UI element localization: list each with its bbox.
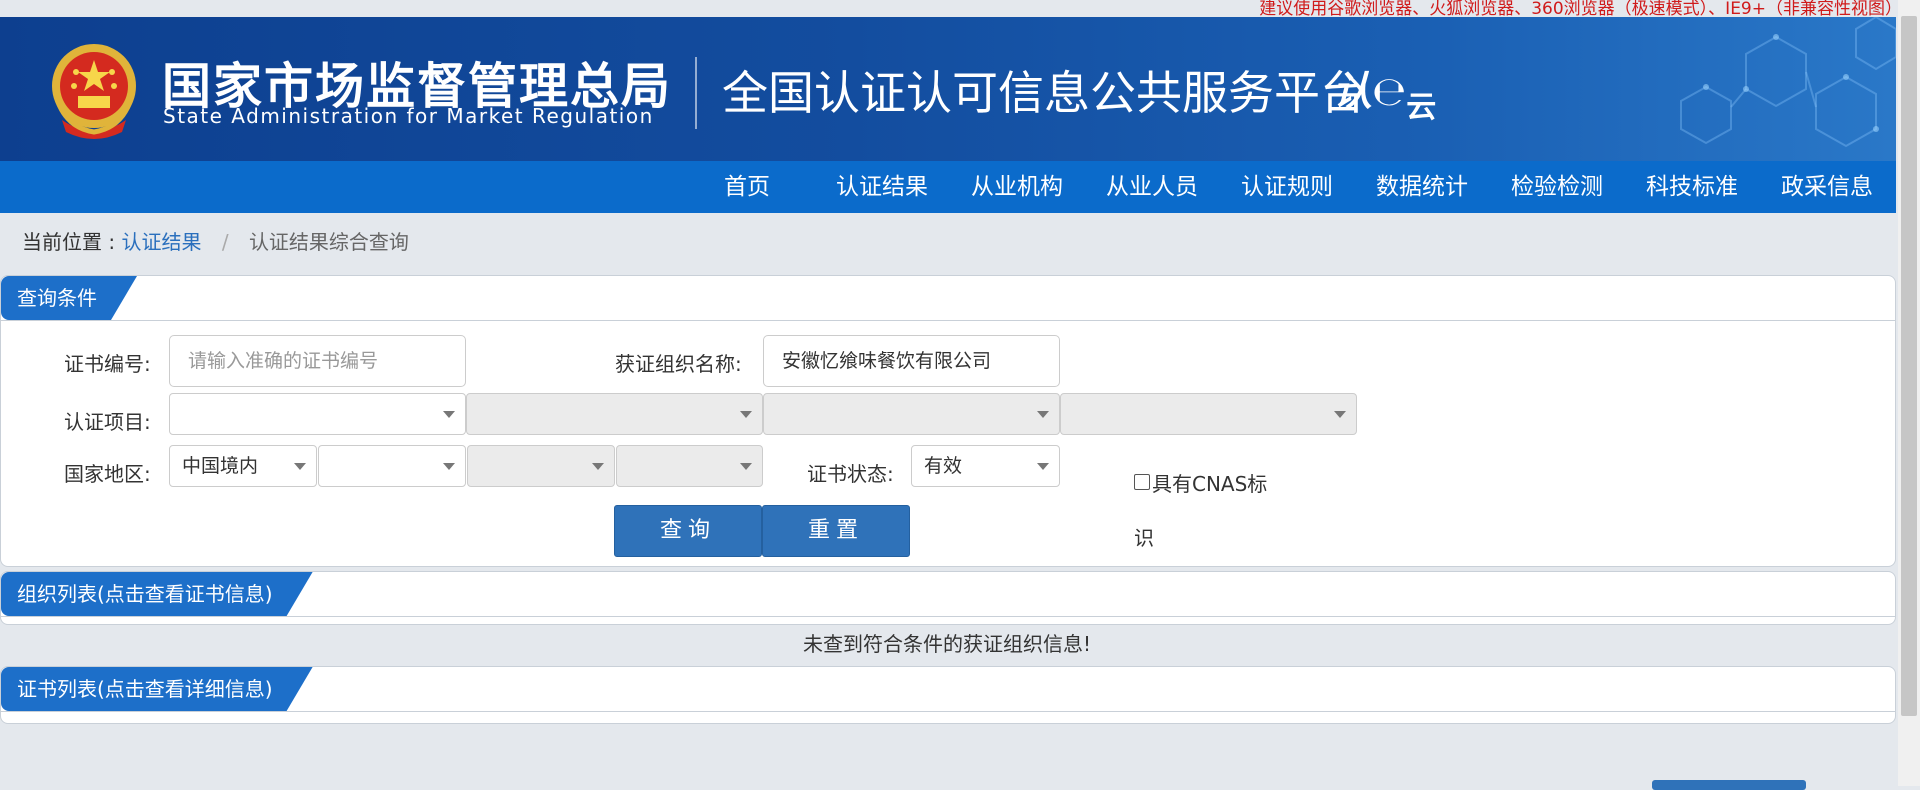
platform-title: 全国认证认可信息公共服务平台 <box>722 66 1366 120</box>
national-emblem-icon <box>52 44 136 139</box>
cert-status-select[interactable]: 有效 <box>911 445 1060 487</box>
hexagon-pattern-decoration <box>1680 17 1896 148</box>
cert-list-panel: 证书列表(点击查看详细信息) <box>0 666 1896 724</box>
org-list-panel: 组织列表(点击查看证书信息) <box>0 571 1896 625</box>
nav-item-institutions[interactable]: 从业机构 <box>952 161 1082 213</box>
nav-item-home[interactable]: 首页 <box>682 161 812 213</box>
project-select-4[interactable] <box>1060 393 1357 435</box>
org-name-input[interactable]: 安徽忆飨味餐饮有限公司 <box>763 335 1060 387</box>
org-list-title: 组织列表(点击查看证书信息) <box>1 572 313 616</box>
chevron-down-icon <box>592 463 604 470</box>
panel-divider <box>1 616 1895 617</box>
chevron-down-icon <box>740 463 752 470</box>
org-name-label: 获证组织名称: <box>615 352 742 376</box>
cloud-logo: 认℮云 <box>1332 69 1437 125</box>
query-panel: 查询条件 证书编号: 请输入准确的证书编号 获证组织名称: 安徽忆飨味餐饮有限公… <box>0 275 1896 567</box>
nav-item-cert-results[interactable]: 认证结果 <box>817 161 947 213</box>
cnas-checkbox[interactable] <box>1134 473 1150 490</box>
chevron-down-icon <box>443 463 455 470</box>
breadcrumb-link-cert-results[interactable]: 认证结果 <box>121 230 201 254</box>
project-select-2[interactable] <box>466 393 763 435</box>
header-banner: 国家市场监督管理总局 State Administration for Mark… <box>0 17 1896 161</box>
project-select-1[interactable] <box>169 393 466 435</box>
cnas-label-line1: 具有CNAS标 <box>1152 472 1268 496</box>
breadcrumb-prefix: 当前位置 : <box>22 230 116 254</box>
query-panel-title: 查询条件 <box>1 276 137 320</box>
banner-divider <box>695 57 697 129</box>
cert-status-label: 证书状态: <box>807 462 894 486</box>
nav-item-statistics[interactable]: 数据统计 <box>1357 161 1487 213</box>
breadcrumb-current: 认证结果综合查询 <box>248 230 409 254</box>
region-select-1[interactable]: 中国境内 <box>169 445 317 487</box>
chevron-down-icon <box>1334 411 1346 418</box>
chevron-down-icon <box>1037 463 1049 470</box>
panel-divider <box>1 320 1895 321</box>
project-label: 认证项目: <box>64 410 151 434</box>
breadcrumb-separator: / <box>221 230 229 254</box>
chevron-down-icon <box>1037 411 1049 418</box>
region-select-1-value: 中国境内 <box>182 455 259 477</box>
region-label: 国家地区: <box>64 462 151 486</box>
region-select-4[interactable] <box>616 445 763 487</box>
cnas-label-line2: 识 <box>1134 526 1154 550</box>
nav-item-procurement[interactable]: 政采信息 <box>1762 161 1892 213</box>
cert-no-input[interactable]: 请输入准确的证书编号 <box>169 335 466 387</box>
breadcrumb: 当前位置 : 认证结果 / 认证结果综合查询 <box>22 226 409 255</box>
cloud-logo-main: 认 <box>1332 69 1372 115</box>
chevron-down-icon <box>294 463 306 470</box>
agency-name-english: State Administration for Market Regulati… <box>163 104 654 128</box>
project-select-3[interactable] <box>763 393 1060 435</box>
chevron-down-icon <box>740 411 752 418</box>
chevron-down-icon <box>443 411 455 418</box>
cert-status-value: 有效 <box>924 455 963 477</box>
scrollbar-thumb[interactable] <box>1901 16 1917 716</box>
partially-visible-button[interactable] <box>1652 780 1806 790</box>
reset-button[interactable]: 重置 <box>762 505 910 557</box>
nav-item-personnel[interactable]: 从业人员 <box>1087 161 1217 213</box>
cert-no-label: 证书编号: <box>64 352 151 376</box>
region-select-3[interactable] <box>467 445 615 487</box>
region-select-2[interactable] <box>318 445 466 487</box>
nav-item-inspection[interactable]: 检验检测 <box>1492 161 1622 213</box>
main-navbar: 首页 认证结果 从业机构 从业人员 认证规则 数据统计 检验检测 科技标准 政采… <box>0 161 1896 213</box>
cnas-checkbox-group: 具有CNAS标 识 <box>1134 457 1284 565</box>
nav-item-cert-rules[interactable]: 认证规则 <box>1222 161 1352 213</box>
cert-list-title: 证书列表(点击查看详细信息) <box>1 667 313 711</box>
query-button[interactable]: 查询 <box>614 505 762 557</box>
cloud-logo-sub: 云 <box>1406 90 1437 125</box>
org-list-empty-message: 未查到符合条件的获证组织信息! <box>802 632 1092 656</box>
panel-divider <box>1 711 1895 712</box>
nav-item-standards[interactable]: 科技标准 <box>1627 161 1757 213</box>
